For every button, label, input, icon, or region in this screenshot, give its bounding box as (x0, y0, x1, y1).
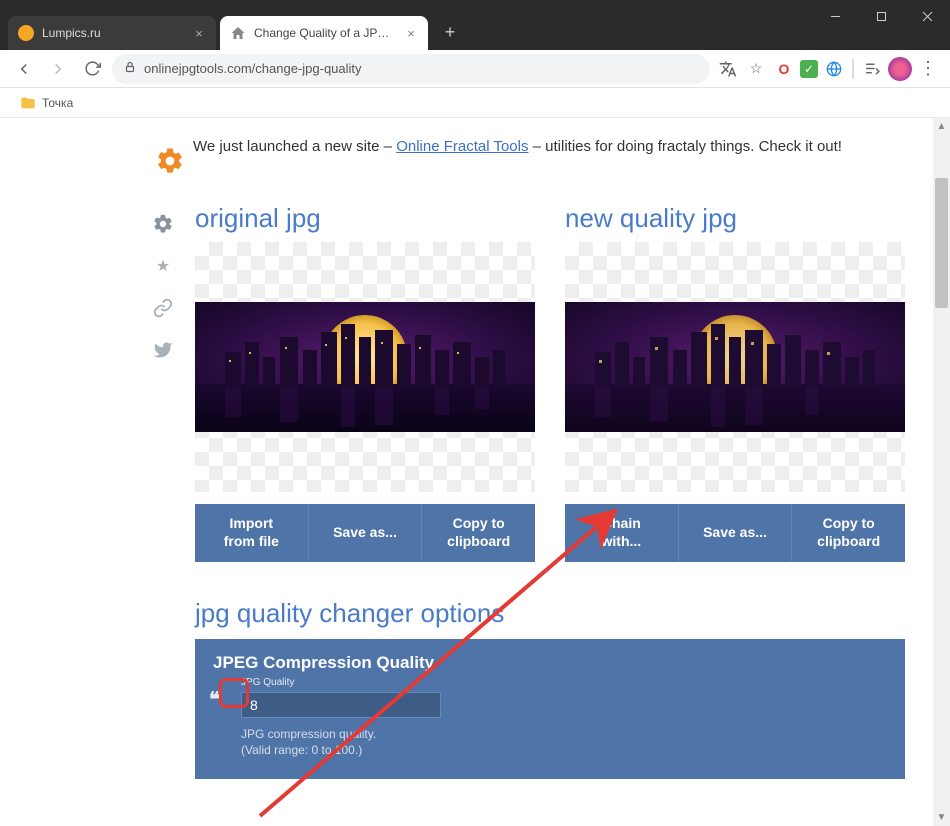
back-button[interactable] (10, 55, 38, 83)
page-content-scrollarea[interactable]: We just launched a new site – Online Fra… (0, 118, 950, 826)
favicon-icon (18, 25, 34, 41)
original-heading: original jpg (195, 203, 535, 234)
new-quality-image-preview[interactable] (565, 242, 905, 492)
reload-button[interactable] (78, 55, 106, 83)
folder-icon (20, 95, 36, 111)
browser-toolbar: onlinejpgtools.com/change-jpg-quality ☆ … (0, 50, 950, 88)
vertical-scrollbar[interactable]: ▲ ▼ (933, 118, 950, 826)
original-column: original jpg (195, 203, 535, 562)
twitter-share-icon[interactable] (151, 338, 175, 362)
new-quality-column: new quality jpg (565, 203, 905, 562)
opera-extension-icon[interactable]: O (772, 57, 796, 81)
favorite-star-icon[interactable]: ★ (151, 254, 175, 278)
window-minimize-button[interactable] (812, 0, 858, 32)
bookmarks-bar: Точка (0, 88, 950, 118)
window-maximize-button[interactable] (858, 0, 904, 32)
address-bar[interactable]: onlinejpgtools.com/change-jpg-quality (112, 54, 710, 84)
separator (852, 59, 854, 79)
link-chain-icon[interactable] (151, 296, 175, 320)
promo-link[interactable]: Online Fractal Tools (396, 138, 528, 155)
browser-tab-onlinejpgtools[interactable]: Change Quality of a JPEG - Onlin × (220, 16, 428, 50)
forward-button[interactable] (44, 55, 72, 83)
promo-gear-icon (155, 146, 185, 176)
copy-to-clipboard-button[interactable]: Copy to clipboard (422, 504, 535, 562)
bookmark-label: Точка (42, 96, 73, 110)
scroll-down-arrow-icon[interactable]: ▼ (933, 809, 950, 826)
tab-title: Lumpics.ru (42, 26, 184, 40)
bookmark-star-icon[interactable]: ☆ (744, 57, 768, 81)
tab-strip: Lumpics.ru × Change Quality of a JPEG - … (0, 12, 950, 50)
city-image-icon (565, 302, 905, 432)
options-heading: jpg quality changer options (195, 598, 895, 629)
url-text: onlinejpgtools.com/change-jpg-quality (144, 61, 362, 76)
quote-icon: ❝ (209, 687, 218, 712)
reading-list-icon[interactable] (860, 57, 884, 81)
lock-icon (124, 61, 136, 76)
check-extension-icon[interactable]: ✓ (800, 60, 818, 78)
scroll-up-arrow-icon[interactable]: ▲ (933, 118, 950, 135)
settings-gear-icon[interactable] (151, 212, 175, 236)
quality-input[interactable] (241, 692, 441, 718)
import-from-file-button[interactable]: Import from file (195, 504, 309, 562)
browser-tab-lumpics[interactable]: Lumpics.ru × (8, 16, 216, 50)
original-image-preview[interactable] (195, 242, 535, 492)
chain-with-button[interactable]: Chain with... (565, 504, 679, 562)
close-icon[interactable]: × (192, 26, 206, 40)
tab-title: Change Quality of a JPEG - Onlin (254, 26, 396, 40)
translate-icon[interactable] (716, 57, 740, 81)
options-panel: JPEG Compression Quality JPG Quality ❝ J… (195, 639, 905, 780)
menu-button[interactable]: ⋮ (916, 57, 940, 81)
save-as-button[interactable]: Save as... (679, 504, 793, 562)
quality-description: JPG compression quality. (Valid range: 0… (241, 726, 887, 760)
new-quality-heading: new quality jpg (565, 203, 905, 234)
favicon-icon (230, 25, 246, 41)
compression-quality-title: JPEG Compression Quality (213, 653, 887, 673)
field-label: JPG Quality (241, 677, 887, 688)
side-toolbar: ★ (151, 212, 175, 362)
save-as-button[interactable]: Save as... (309, 504, 423, 562)
window-titlebar (0, 0, 950, 12)
globe-extension-icon[interactable] (822, 57, 846, 81)
profile-avatar[interactable] (888, 57, 912, 81)
city-image-icon (195, 302, 535, 432)
window-close-button[interactable] (904, 0, 950, 32)
new-tab-button[interactable]: + (436, 18, 464, 46)
bookmark-folder-tochka[interactable]: Точка (14, 92, 79, 114)
close-icon[interactable]: × (404, 26, 418, 40)
scrollbar-thumb[interactable] (935, 178, 948, 308)
copy-to-clipboard-button[interactable]: Copy to clipboard (792, 504, 905, 562)
